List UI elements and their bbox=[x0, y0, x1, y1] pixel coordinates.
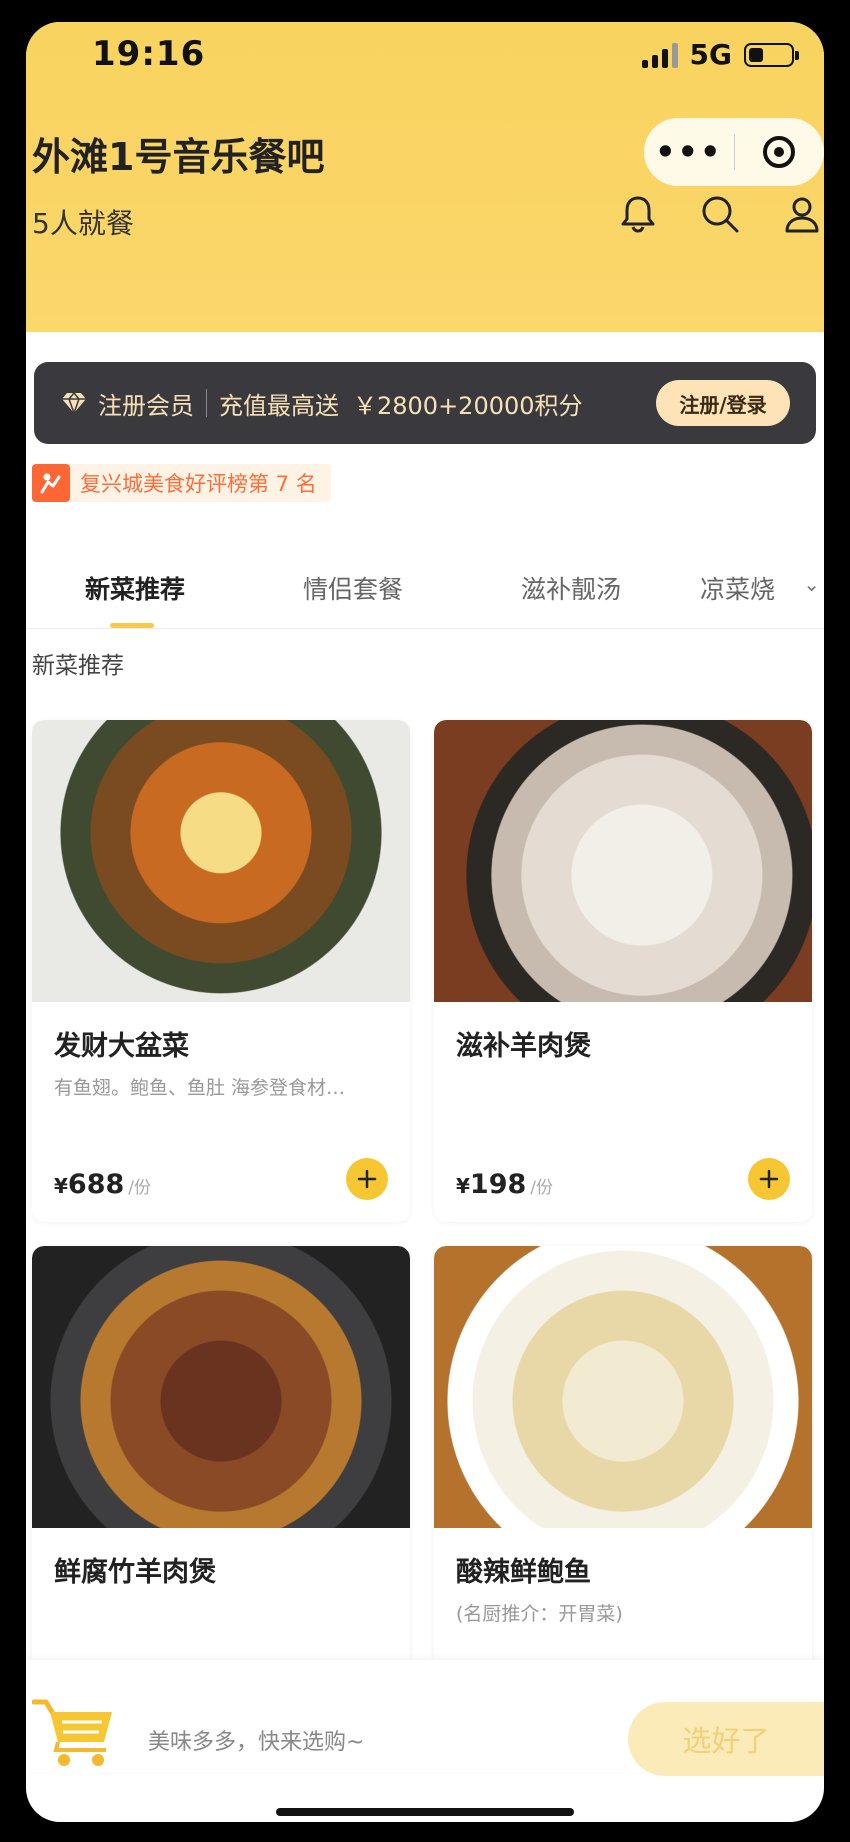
price-value: 688 bbox=[67, 1169, 125, 1200]
section-title: 新菜推荐 bbox=[32, 653, 124, 679]
ranking-logo-icon bbox=[32, 464, 70, 502]
checkout-button[interactable]: 选好了 bbox=[628, 1702, 824, 1776]
category-tabs: 新菜推荐 情侣套餐 滋补靓汤 凉菜烧 bbox=[26, 542, 824, 629]
rank-badge[interactable]: 复兴城美食好评榜第 7 名 bbox=[32, 464, 331, 502]
currency-symbol: ¥ bbox=[54, 1174, 68, 1198]
member-banner[interactable]: 注册会员 充值最高送 ￥2800+20000积分 注册/登录 bbox=[34, 362, 816, 444]
store-header: 19:16 5G 外滩1号音乐餐吧 5人就餐 ••• bbox=[26, 22, 824, 332]
plus-icon bbox=[759, 1169, 779, 1189]
register-member-label: 注册会员 bbox=[98, 391, 194, 420]
close-mini-program-button[interactable] bbox=[735, 136, 825, 168]
header-actions bbox=[616, 192, 824, 236]
cart-hint: 美味多多，快来选购~ bbox=[148, 1730, 365, 1755]
diamond-icon bbox=[62, 391, 86, 415]
tab-new-dishes[interactable]: 新菜推荐 bbox=[26, 542, 244, 628]
tab-nourishing-soup[interactable]: 滋补靓汤 bbox=[462, 542, 680, 628]
shopping-cart-icon bbox=[31, 1699, 112, 1766]
dish-image bbox=[434, 720, 812, 1002]
dish-description bbox=[32, 1589, 410, 1599]
dish-name: 发财大盆菜 bbox=[54, 1031, 189, 1062]
register-login-button[interactable]: 注册/登录 bbox=[656, 380, 790, 426]
dish-description: (名厨推介：开胃菜) bbox=[456, 1603, 623, 1625]
dish-image bbox=[32, 720, 410, 1002]
battery-icon bbox=[744, 42, 799, 67]
recharge-bonus: ￥2800+20000积分 bbox=[353, 391, 583, 420]
bell-button[interactable] bbox=[616, 192, 660, 236]
dish-image bbox=[32, 1246, 410, 1528]
rank-text: 复兴城美食好评榜第 7 名 bbox=[80, 472, 317, 496]
price-unit: /份 bbox=[128, 1178, 152, 1198]
cart-button[interactable] bbox=[31, 1696, 118, 1772]
price-unit: /份 bbox=[530, 1178, 554, 1198]
currency-symbol: ¥ bbox=[456, 1174, 470, 1198]
dish-image bbox=[434, 1246, 812, 1528]
chevron-down-icon[interactable]: ⌄ bbox=[803, 572, 820, 596]
target-icon bbox=[763, 136, 796, 168]
tab-couple-set[interactable]: 情侣套餐 bbox=[244, 542, 462, 628]
home-indicator[interactable] bbox=[276, 1808, 574, 1816]
price-value: 198 bbox=[469, 1169, 527, 1200]
banner-divider bbox=[206, 389, 207, 417]
dish-description bbox=[434, 1063, 812, 1073]
dish-card[interactable]: 鲜腐竹羊肉煲 bbox=[32, 1246, 410, 1686]
tab-cold-dishes[interactable]: 凉菜烧 bbox=[680, 542, 790, 628]
dish-name: 鲜腐竹羊肉煲 bbox=[54, 1557, 216, 1588]
user-icon bbox=[785, 197, 819, 233]
signal-icon bbox=[641, 42, 678, 68]
dish-card[interactable]: 发财大盆菜 有鱼翅。鲍鱼、鱼肚 海参登食材… ¥688/份 bbox=[32, 720, 410, 1222]
search-button[interactable] bbox=[698, 192, 742, 236]
recharge-label: 充值最高送 bbox=[219, 391, 339, 420]
diner-count[interactable]: 5人就餐 bbox=[32, 202, 134, 242]
search-icon bbox=[702, 196, 739, 233]
plus-icon bbox=[357, 1169, 377, 1189]
status-time: 19:16 bbox=[92, 34, 206, 74]
status-icons: 5G bbox=[641, 38, 799, 71]
dish-name: 滋补羊肉煲 bbox=[456, 1031, 591, 1062]
profile-button[interactable] bbox=[780, 192, 824, 236]
dish-price: ¥688/份 bbox=[54, 1169, 151, 1200]
store-name: 外滩1号音乐餐吧 bbox=[32, 135, 325, 179]
dish-price: ¥198/份 bbox=[456, 1169, 553, 1200]
network-type: 5G bbox=[689, 38, 732, 71]
cart-bar: 美味多多，快来选购~ 选好了 bbox=[26, 1660, 824, 1776]
bell-icon bbox=[621, 196, 655, 233]
more-menu-button[interactable]: ••• bbox=[644, 133, 734, 171]
mini-program-capsule: ••• bbox=[644, 118, 824, 186]
add-to-cart-button[interactable] bbox=[346, 1158, 388, 1200]
phone-screen: 19:16 5G 外滩1号音乐餐吧 5人就餐 ••• 注册会员 充值最高送 ￥2… bbox=[26, 22, 824, 1822]
add-to-cart-button[interactable] bbox=[748, 1158, 790, 1200]
dish-description: 有鱼翅。鲍鱼、鱼肚 海参登食材… bbox=[54, 1077, 346, 1099]
dish-name: 酸辣鲜鲍鱼 bbox=[456, 1557, 591, 1588]
dish-card[interactable]: 酸辣鲜鲍鱼 (名厨推介：开胃菜) bbox=[434, 1246, 812, 1686]
dish-card[interactable]: 滋补羊肉煲 ¥198/份 bbox=[434, 720, 812, 1222]
